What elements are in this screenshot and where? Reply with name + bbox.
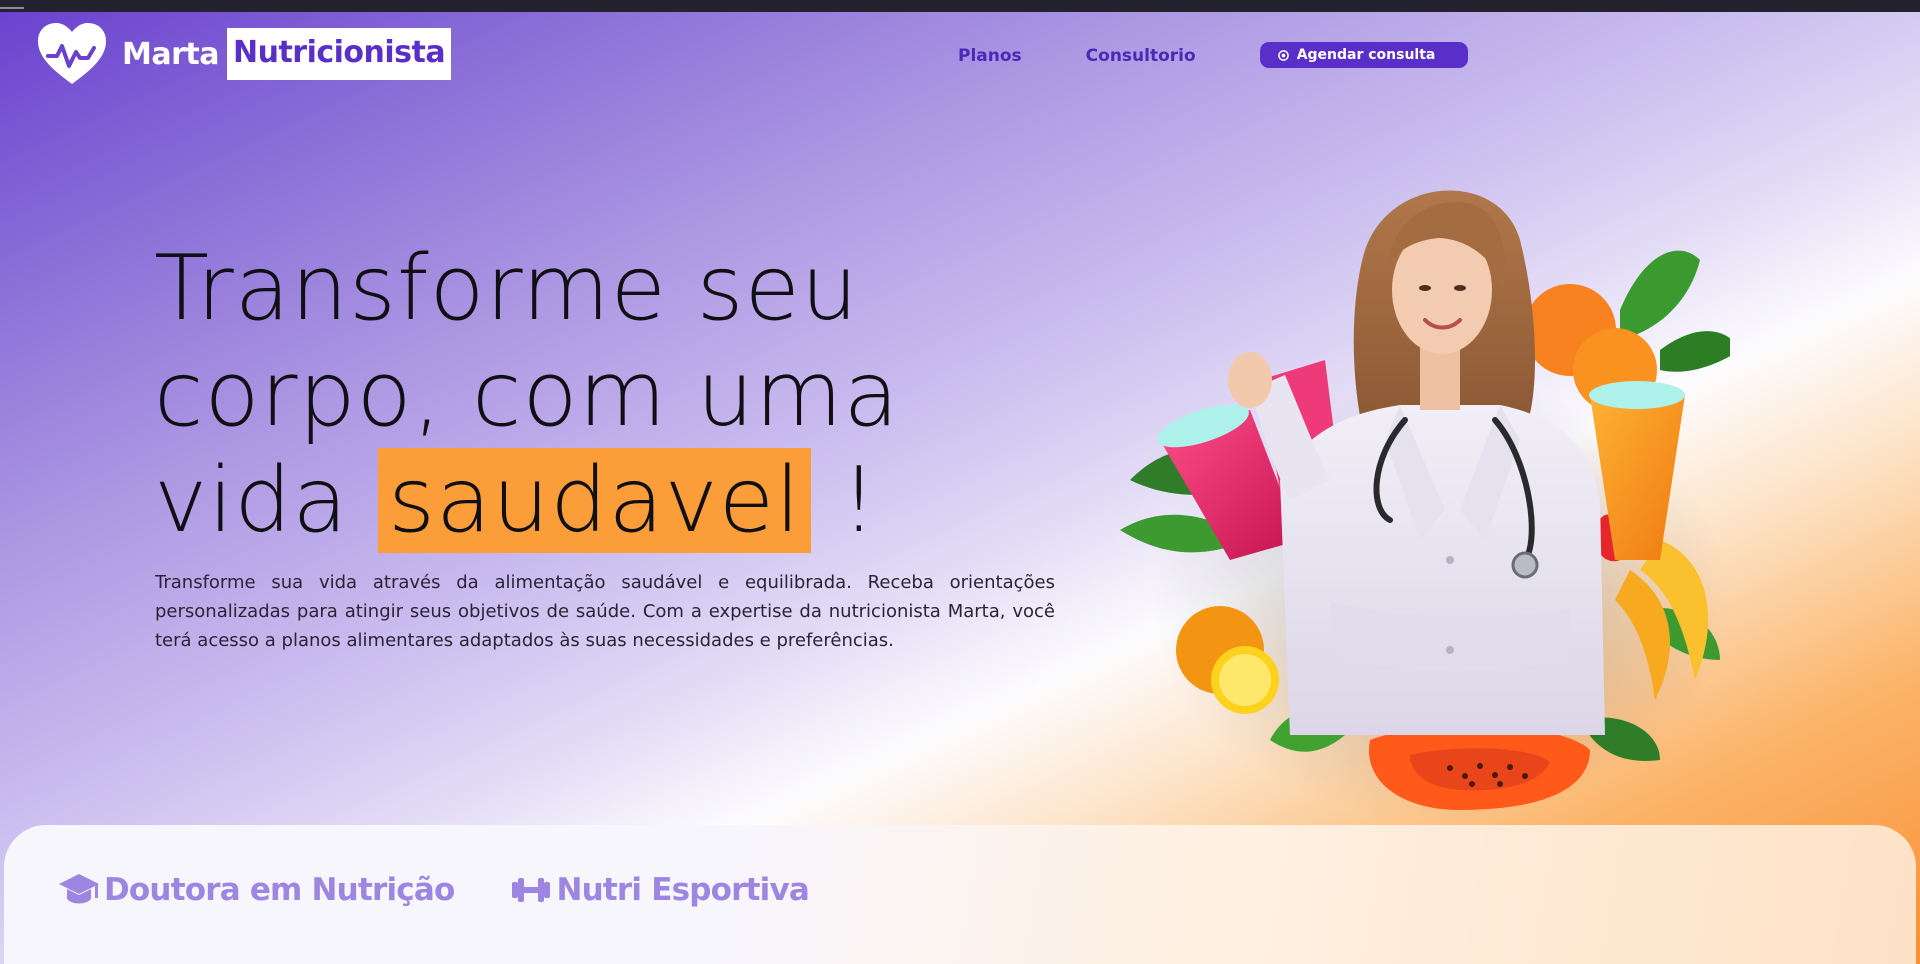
- hero-title-suffix: !: [840, 448, 878, 553]
- badge-doutora-nutricao-label: Doutora em Nutrição: [104, 872, 455, 908]
- badge-doutora-nutricao: Doutora em Nutrição: [58, 872, 455, 908]
- whatsapp-icon: [1277, 49, 1289, 61]
- heart-pulse-icon: [38, 23, 106, 84]
- main-nav: Planos Consultorio Agendar consulta: [958, 42, 1468, 68]
- brand-name-second: Nutricionista: [226, 28, 452, 80]
- brand-name-first: Marta: [122, 36, 219, 72]
- schedule-appointment-label: Agendar consulta: [1296, 47, 1436, 63]
- hero-description: Transforme sua vida através da alimentaç…: [155, 572, 1055, 651]
- dumbbell-icon: [512, 878, 551, 902]
- hero-title-line-3-prefix: vida: [154, 448, 349, 553]
- nutritionist-illustration: [1120, 190, 1730, 820]
- landing-page: Marta Nutricionista Planos Consultorio A…: [0, 0, 1920, 964]
- nav-link-planos[interactable]: Planos: [958, 46, 1022, 66]
- site-logo[interactable]: Marta Nutricionista: [36, 22, 452, 86]
- badge-nutri-esportiva-label: Nutri Esportiva: [556, 872, 809, 908]
- hero-title-highlight: saudavel: [378, 448, 812, 553]
- badge-nutri-esportiva: Nutri Esportiva: [510, 872, 810, 908]
- hero-title: Transforme seu corpo, com uma vida sauda…: [154, 236, 900, 554]
- browser-top-bar: [0, 0, 1920, 12]
- credentials-badges: Doutora em Nutrição Nutri Esportiva: [58, 872, 865, 908]
- nav-link-consultorio[interactable]: Consultorio: [1086, 46, 1196, 66]
- schedule-appointment-button[interactable]: Agendar consulta: [1259, 42, 1468, 68]
- hero-title-line-2: corpo, com uma: [154, 342, 900, 447]
- top-bar-mark: [0, 7, 24, 9]
- hero-title-line-1: Transforme seu: [154, 236, 859, 341]
- graduation-cap-icon: [59, 874, 99, 904]
